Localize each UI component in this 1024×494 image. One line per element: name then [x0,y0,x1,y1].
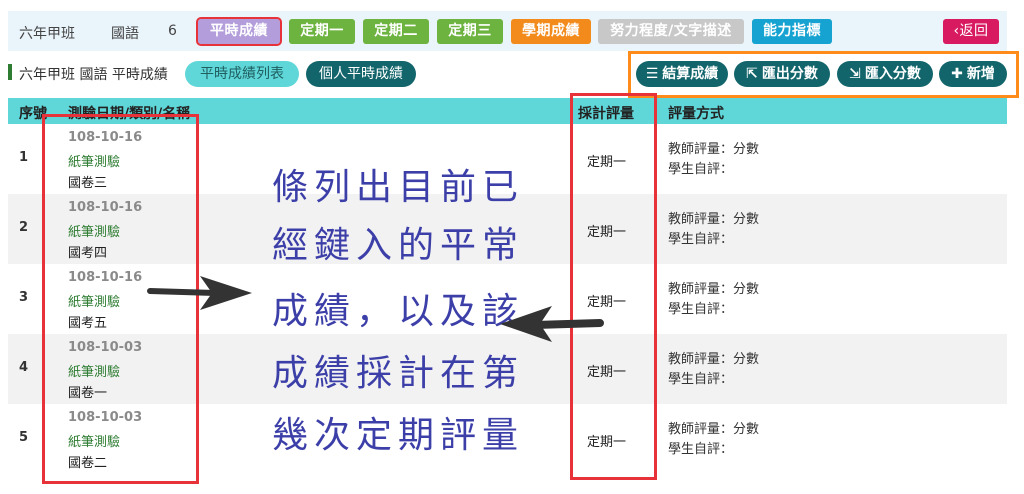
annotation-line-4: 成績採計在第 [272,353,525,394]
add-label: 新增 [966,66,995,82]
term-column-highlight-box [570,93,657,480]
row-self-eval: 學生自評： [668,442,734,457]
export-label: 匯出分數 [761,66,818,82]
row-teacher-eval: 教師評量：分數 [668,422,760,437]
row-index: 2 [19,220,29,235]
annotation-line-3: 成績，以及該 [272,291,525,332]
row-index: 5 [19,430,29,445]
tab-midterm-2[interactable]: 定期二 [363,19,429,44]
test-column-highlight-box [42,114,199,484]
tab-ability-indicators[interactable]: 能力指標 [752,19,832,44]
import-scores-button[interactable]: ⇲ 匯入分數 [837,61,933,87]
pill-grade-list[interactable]: 平時成績列表 [185,61,299,87]
breadcrumb: 六年甲班 國語 平時成績 [19,67,168,83]
export-scores-button[interactable]: ⇱ 匯出分數 [734,61,830,87]
row-teacher-eval: 教師評量：分數 [668,142,760,157]
row-self-eval: 學生自評： [668,302,734,317]
row-teacher-eval: 教師評量：分數 [668,212,760,227]
back-label: 返回 [959,23,989,39]
row-index: 4 [19,360,29,375]
row-teacher-eval: 教師評量：分數 [668,352,760,367]
annotation-line-1: 條列出目前已 [272,167,525,208]
row-index: 1 [19,150,29,165]
plus-icon: ✚ [951,66,963,82]
tab-semester-grades[interactable]: 學期成績 [511,19,591,44]
list-icon: ☰ [645,66,659,82]
annotation-line-2: 經鍵入的平常 [272,225,525,266]
import-label: 匯入分數 [864,66,921,82]
top-toolbar [8,11,1007,51]
add-button[interactable]: ✚ 新增 [939,61,1007,87]
header-method: 評量方式 [668,106,724,122]
breadcrumb-marker [8,64,12,80]
row-teacher-eval: 教師評量：分數 [668,282,760,297]
row-index: 3 [19,290,29,305]
calc-grades-button[interactable]: ☰ 結算成績 [636,61,728,87]
tab-regular-grades[interactable]: 平時成績 [196,17,282,46]
pill-personal-grades[interactable]: 個人平時成績 [306,61,416,87]
import-icon: ⇲ [849,66,861,82]
subject-name: 國語 [111,26,139,42]
back-button[interactable]: ‹返回 [943,19,999,44]
tab-midterm-3[interactable]: 定期三 [437,19,503,44]
calc-label: 結算成績 [662,66,719,82]
row-self-eval: 學生自評： [668,232,734,247]
tab-effort-description[interactable]: 努力程度/文字描述 [598,19,744,44]
class-name: 六年甲班 [19,26,75,42]
tab-midterm-1[interactable]: 定期一 [289,19,355,44]
export-icon: ⇱ [746,66,758,82]
student-count: 6 [168,23,177,39]
annotation-line-5: 幾次定期評量 [272,415,525,456]
row-self-eval: 學生自評： [668,372,734,387]
row-self-eval: 學生自評： [668,162,734,177]
